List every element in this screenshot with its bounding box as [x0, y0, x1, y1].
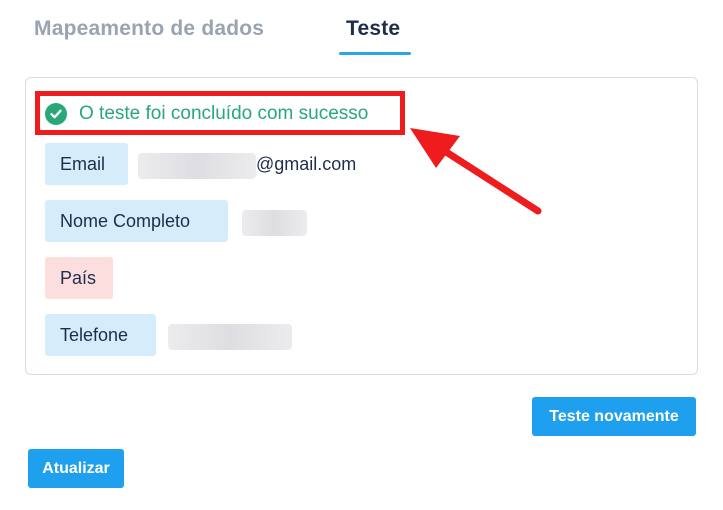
redacted-phone: [168, 324, 292, 350]
update-button[interactable]: Atualizar: [28, 449, 124, 488]
annotation-highlight-box: [35, 91, 405, 135]
tab-bar: Mapeamento de dados Teste: [0, 0, 723, 60]
redacted-full-name: [242, 210, 307, 236]
field-chip-full-name: Nome Completo: [45, 200, 228, 242]
email-value: @gmail.com: [256, 154, 357, 174]
tab-data-mapping[interactable]: Mapeamento de dados: [34, 17, 264, 41]
field-chip-country: País: [45, 257, 113, 299]
annotation-arrow-icon: [410, 128, 542, 215]
retest-button[interactable]: Teste novamente: [532, 397, 696, 436]
field-chip-phone: Telefone: [45, 314, 156, 356]
active-tab-indicator: [339, 52, 411, 55]
tab-test[interactable]: Teste: [346, 17, 400, 41]
field-chip-email: Email: [45, 143, 128, 185]
redacted-email-user: [138, 153, 256, 179]
